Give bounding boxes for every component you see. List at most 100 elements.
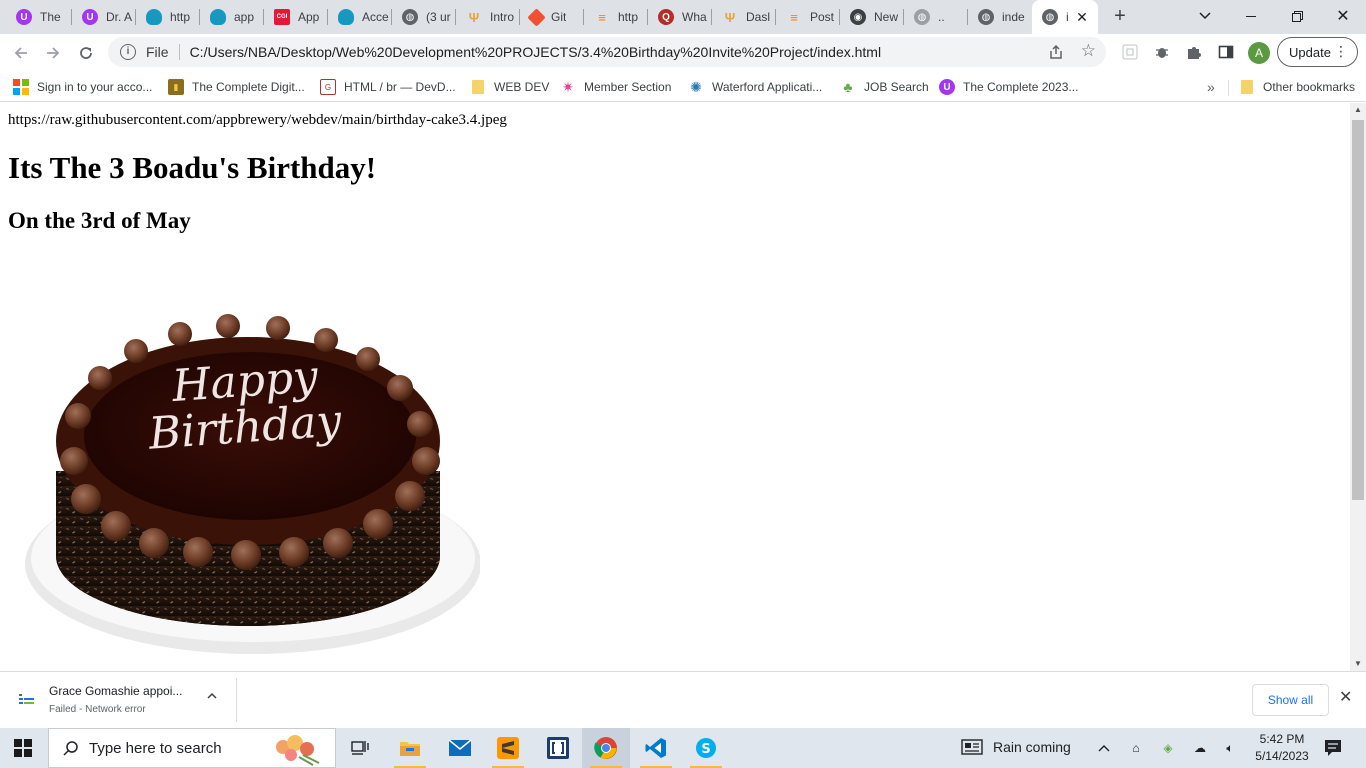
vertical-scrollbar[interactable]: ▲ ▼ xyxy=(1350,103,1366,671)
tab-title: Intro xyxy=(490,10,515,24)
reload-button[interactable] xyxy=(72,39,100,67)
chrome-button[interactable] xyxy=(582,728,630,768)
bug-icon xyxy=(1156,48,1168,58)
meet-now-icon[interactable]: ⌂ xyxy=(1128,740,1144,756)
url-scheme-label: File xyxy=(146,44,169,60)
appbrewery-icon: Ψ xyxy=(468,9,480,25)
minimize-button[interactable] xyxy=(1228,0,1274,32)
bookmark-label: Sign in to your acco... xyxy=(37,80,153,94)
tab-title: (3 ur xyxy=(426,10,451,24)
url-text[interactable]: C:/Users/NBA/Desktop/Web%20Development%2… xyxy=(190,44,882,60)
reload-icon xyxy=(80,47,92,59)
back-button[interactable] xyxy=(7,39,35,67)
tab-strip: U The U Dr. A http app CGI App Acce ◍ (3… xyxy=(0,0,1366,34)
file-explorer-button[interactable] xyxy=(386,728,434,768)
sublime-text-button[interactable] xyxy=(484,728,532,768)
tab[interactable]: app xyxy=(200,0,264,34)
windows-taskbar: Type here to search S Rain coming ⌂ ◈ ☁ … xyxy=(0,728,1366,768)
new-tab-button[interactable]: + xyxy=(1108,5,1132,29)
download-shelf: Grace Gomashie appoi... Failed - Network… xyxy=(0,671,1366,728)
system-clock[interactable]: 5:42 PM 5/14/2023 xyxy=(1250,731,1314,765)
skype-icon: S xyxy=(696,738,716,758)
bookmark-item[interactable]: ▮ The Complete Digit... xyxy=(168,76,305,98)
show-all-button[interactable]: Show all xyxy=(1252,684,1329,716)
update-button[interactable]: Update ⋮ xyxy=(1277,37,1358,67)
update-label: Update xyxy=(1289,44,1331,60)
bookmark-item[interactable]: ✷ Member Section xyxy=(560,76,671,98)
restore-button[interactable] xyxy=(1274,0,1320,32)
weather-text: Rain coming xyxy=(993,739,1071,755)
tab-title: http xyxy=(618,10,639,24)
green-app-icon[interactable]: ◈ xyxy=(1160,740,1176,756)
other-bookmarks[interactable]: Other bookmarks xyxy=(1239,76,1355,98)
share-icon[interactable] xyxy=(1048,44,1064,60)
bookmark-item[interactable]: U The Complete 2023... xyxy=(939,76,1078,98)
forward-button[interactable] xyxy=(39,39,67,67)
extension-button[interactable] xyxy=(1152,42,1172,62)
side-panel-button[interactable] xyxy=(1216,42,1236,62)
mail-button[interactable] xyxy=(436,728,484,768)
more-bookmarks-icon[interactable]: » xyxy=(1207,79,1215,95)
tab[interactable]: CGI App xyxy=(264,0,328,34)
bookmark-item[interactable]: ✺ Waterford Applicati... xyxy=(688,76,822,98)
search-icon xyxy=(63,741,78,756)
extensions-menu-button[interactable] xyxy=(1184,42,1204,62)
tab[interactable]: ≡ Post xyxy=(776,0,840,34)
scrollbar-thumb[interactable] xyxy=(1352,120,1364,500)
file-icon xyxy=(19,694,34,704)
tab[interactable]: Q Wha xyxy=(648,0,712,34)
bookmark-label: WEB DEV xyxy=(494,80,550,94)
arrow-right-icon xyxy=(47,47,60,59)
vscode-button[interactable] xyxy=(632,728,680,768)
tab[interactable]: http xyxy=(136,0,200,34)
volume-icon[interactable]: 🔈︎ xyxy=(1222,740,1238,756)
tab-title: Acce xyxy=(362,10,389,24)
task-view-button[interactable] xyxy=(336,728,384,768)
bookmark-book-icon: ▮ xyxy=(168,79,184,95)
extension-button[interactable] xyxy=(1120,42,1140,62)
tab[interactable]: ◉ New xyxy=(840,0,904,34)
tab-active[interactable]: ◍ i ✕ xyxy=(1032,0,1098,34)
notification-icon[interactable] xyxy=(1324,739,1342,757)
tab[interactable]: Acce xyxy=(328,0,392,34)
chevron-up-icon[interactable] xyxy=(1096,740,1112,756)
tab[interactable]: U Dr. A xyxy=(72,0,136,34)
tab[interactable]: ◍ inde xyxy=(968,0,1032,34)
cgi-icon: CGI xyxy=(274,9,290,25)
skype-button[interactable]: S xyxy=(682,728,730,768)
tab[interactable]: ◍ (3 ur xyxy=(392,0,456,34)
appbrewery-icon: Ψ xyxy=(724,9,736,25)
tab[interactable]: Ψ Dasl xyxy=(712,0,776,34)
bookmark-label: Other bookmarks xyxy=(1263,80,1356,94)
tab-search-button[interactable] xyxy=(1182,0,1228,32)
tab[interactable]: U The xyxy=(6,0,72,34)
tab[interactable]: ≡ http xyxy=(584,0,648,34)
tab[interactable]: ◍ .. xyxy=(904,0,968,34)
bookmark-star-icon[interactable]: ☆ xyxy=(1081,42,1096,60)
close-icon[interactable]: ✕ xyxy=(1339,690,1352,706)
profile-avatar[interactable]: A xyxy=(1248,42,1270,64)
weather-widget[interactable]: Rain coming xyxy=(961,739,1071,755)
close-tab-icon[interactable]: ✕ xyxy=(1074,9,1090,25)
bookmark-item[interactable]: ♣ JOB Search xyxy=(840,76,928,98)
tab[interactable]: Ψ Intro xyxy=(456,0,520,34)
bookmark-item[interactable]: Sign in to your acco... xyxy=(13,76,152,98)
taskbar-search[interactable]: Type here to search xyxy=(48,728,336,768)
bookmark-item[interactable]: G HTML / br — DevD... xyxy=(320,76,456,98)
app-button[interactable] xyxy=(534,728,582,768)
address-bar[interactable]: i File C:/Users/NBA/Desktop/Web%20Develo… xyxy=(108,37,1106,67)
bookmark-label: HTML / br — DevD... xyxy=(344,80,456,94)
tab[interactable]: Git xyxy=(520,0,584,34)
scroll-up-icon[interactable]: ▲ xyxy=(1350,103,1366,117)
network-icon[interactable]: ☁ xyxy=(1192,740,1208,756)
scroll-down-icon[interactable]: ▼ xyxy=(1350,657,1366,671)
download-item[interactable]: Grace Gomashie appoi... Failed - Network… xyxy=(0,678,237,722)
udemy-icon: U xyxy=(939,79,955,95)
windows-start-icon[interactable] xyxy=(14,739,32,757)
chevron-up-icon[interactable] xyxy=(206,690,218,702)
sparkle-icon: ✷ xyxy=(562,78,574,95)
bookmark-item[interactable]: WEB DEV xyxy=(470,76,549,98)
extension-frame-icon xyxy=(1122,44,1138,60)
info-icon[interactable]: i xyxy=(120,44,136,60)
close-window-button[interactable]: ✕ xyxy=(1320,0,1366,32)
